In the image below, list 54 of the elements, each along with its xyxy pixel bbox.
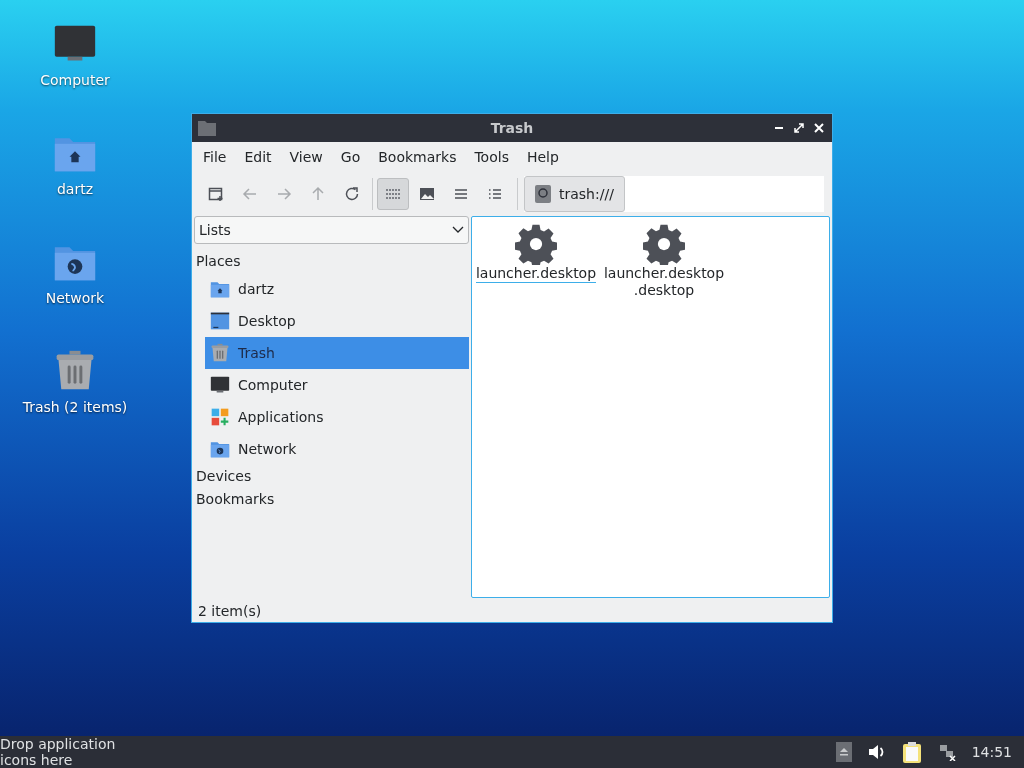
chevron-down-icon [452,226,464,234]
menu-item[interactable]: Help [517,146,568,168]
grid-icon [385,186,401,202]
network-status-icon[interactable] [937,743,956,761]
menu-item[interactable]: Tools [465,146,518,168]
folder-icon [198,120,216,136]
status-text: 2 item(s) [198,601,262,621]
sidebar-item[interactable]: dartz [205,273,469,305]
list-icon [453,186,469,202]
launcher-entry[interactable]: launcher.desktop [475,223,597,283]
maximize-icon[interactable] [794,123,804,133]
network-folder-icon [210,439,230,459]
monitor-icon [210,375,230,395]
launcher-entry[interactable]: launcher.desktop .desktop [603,223,725,300]
forward-arrow-icon [276,186,292,202]
menu-item[interactable]: File [194,146,236,168]
sidebar-item[interactable]: Applications [205,401,469,433]
sidebar-item[interactable]: Computer [205,369,469,401]
desktop-icon-label[interactable]: Trash (2 items) [22,397,128,418]
trash-can-icon [210,343,230,363]
reload-icon [344,186,360,202]
eject-icon[interactable] [835,742,852,762]
location-path: trash:/// [559,184,614,204]
speaker-icon[interactable] [867,743,886,761]
section-header[interactable]: Bookmarks [194,488,469,511]
trash-location-icon [535,185,551,203]
drop-hint-text: Drop application icons here [0,736,117,768]
side-pane-mode-dropdown[interactable]: Lists [194,216,469,244]
up-arrow-icon [310,186,326,202]
desktop-icon-label[interactable]: Network [45,288,105,309]
location-bar[interactable]: trash:/// [524,176,824,212]
image-icon [419,186,435,202]
desktop-icon [210,311,230,331]
menu-item[interactable]: Edit [235,146,281,168]
home-folder-icon [210,279,230,299]
menu-item[interactable]: Go [331,146,370,168]
detailed-list-icon [487,186,503,202]
close-icon[interactable] [814,123,824,133]
sidebar-item[interactable]: Trash [205,337,469,369]
sidebar-item[interactable]: Desktop [205,305,469,337]
gear-icon [515,223,557,265]
section-header[interactable]: Devices [194,465,469,488]
clock: 14:51 [971,742,1012,762]
gear-icon [643,223,685,265]
menu-item[interactable]: View [280,146,332,168]
applications-icon [210,407,230,427]
sidebar-item[interactable]: Network [205,433,469,465]
new-tab-icon [208,186,224,202]
window-title: Trash [490,118,534,138]
clipboard-icon[interactable] [901,741,922,763]
section-header[interactable]: Places [194,250,469,273]
menu-item[interactable]: Bookmarks [369,146,466,168]
location-button[interactable]: trash:/// [524,176,625,212]
back-arrow-icon [242,186,258,202]
